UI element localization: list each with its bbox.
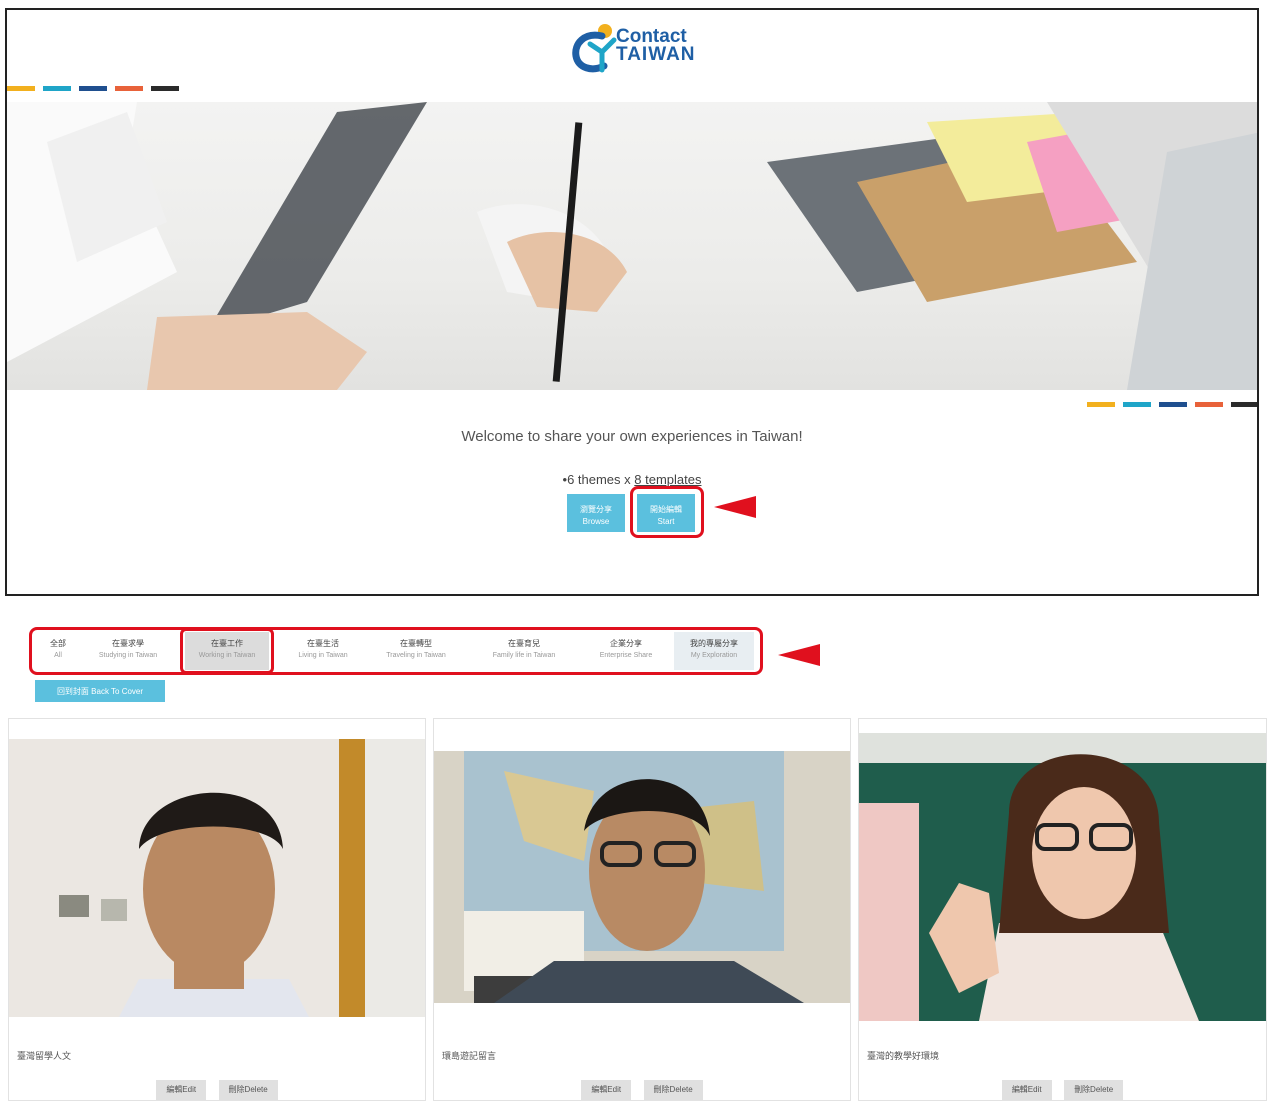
tab-label-en: Enterprise Share <box>599 652 653 659</box>
delete-button[interactable]: 刪除Delete <box>218 1079 278 1100</box>
tab-label-en: Family life in Taiwan <box>492 652 556 659</box>
video-thumbnail <box>434 751 850 1003</box>
card-actions: 編輯Edit 刪除Delete <box>9 1079 425 1100</box>
stripe-orange <box>1195 402 1223 407</box>
stripe-cyan <box>1123 402 1151 407</box>
start-button-highlight <box>630 486 704 538</box>
browse-button[interactable]: 瀏覽分享 Browse <box>567 494 625 532</box>
tab-label-en: Living in Taiwan <box>298 652 348 659</box>
card-photo-1[interactable] <box>9 739 425 1017</box>
edit-button[interactable]: 編輯Edit <box>581 1079 632 1100</box>
tab-label-zh: 在臺轉型 <box>400 639 432 648</box>
stripe-navy <box>1159 402 1187 407</box>
color-stripes-top <box>7 86 179 91</box>
tab-enterprise[interactable]: 企業分享 Enterprise Share <box>584 632 668 670</box>
tab-label-zh: 我的專屬分享 <box>690 639 738 648</box>
stripe-yellow <box>7 86 35 91</box>
tab-living[interactable]: 在臺生活 Living in Taiwan <box>280 632 366 670</box>
tab-label-en: Studying in Taiwan <box>98 652 158 659</box>
video-thumbnail <box>9 739 425 1017</box>
tab-label-zh: 在臺育兒 <box>508 639 540 648</box>
card-title: 環島遊記留言 <box>442 1051 497 1061</box>
tab-label-zh: 企業分享 <box>610 639 642 648</box>
themes-joiner: x <box>620 472 635 487</box>
themes-summary: •6 themes x 8 templates <box>7 472 1257 487</box>
stripe-orange <box>115 86 143 91</box>
edit-button[interactable]: 編輯Edit <box>1001 1079 1052 1100</box>
contact-taiwan-logo[interactable]: Contact TAIWAN <box>572 22 712 74</box>
stripe-black <box>1231 402 1257 407</box>
stripe-black <box>151 86 179 91</box>
logo-mark-icon <box>572 24 617 73</box>
tab-family[interactable]: 在臺育兒 Family life in Taiwan <box>468 632 580 670</box>
logo-line-2: TAIWAN <box>616 44 696 65</box>
arrow-pointer-start-icon <box>714 496 756 518</box>
tab-label-en: All <box>54 652 62 659</box>
browse-label-en: Browse <box>582 516 610 526</box>
stripe-navy <box>79 86 107 91</box>
welcome-message: Welcome to share your own experiences in… <box>461 428 803 445</box>
delete-button[interactable]: 刪除Delete <box>1064 1079 1124 1100</box>
card-photo-2[interactable] <box>434 751 850 1003</box>
hero-banner-image <box>7 102 1257 390</box>
edit-button[interactable]: 編輯Edit <box>156 1079 207 1100</box>
card-title: 臺灣留學人文 <box>17 1051 72 1061</box>
logo-text: Contact TAIWAN <box>616 27 696 65</box>
stripe-yellow <box>1087 402 1115 407</box>
share-card-3[interactable]: 臺灣的教學好環境 編輯Edit 刪除Delete <box>858 718 1267 1101</box>
tab-label-zh: 全部 <box>50 639 66 648</box>
card-title: 臺灣的教學好環境 <box>867 1051 940 1061</box>
delete-button[interactable]: 刪除Delete <box>643 1079 703 1100</box>
tab-label-zh: 在臺生活 <box>307 639 339 648</box>
color-stripes-bottom <box>1087 402 1257 407</box>
tab-label-en: Traveling in Taiwan <box>386 652 446 659</box>
video-thumbnail <box>859 733 1266 1021</box>
share-card-2[interactable]: 環島遊記留言 編輯Edit 刪除Delete <box>433 718 851 1101</box>
tab-studying[interactable]: 在臺求學 Studying in Taiwan <box>82 632 174 670</box>
working-tab-highlight <box>180 628 274 674</box>
back-to-cover-button[interactable]: 回到封面 Back To Cover <box>35 680 165 702</box>
stripe-cyan <box>43 86 71 91</box>
tab-label-en: My Exploration <box>690 652 738 659</box>
share-card-1[interactable]: 臺灣留學人文 編輯Edit 刪除Delete <box>8 718 426 1101</box>
hero-illustration <box>7 102 1257 390</box>
templates-link[interactable]: 8 templates <box>634 472 701 487</box>
tab-my-exploration[interactable]: 我的專屬分享 My Exploration <box>674 632 754 670</box>
themes-count: 6 themes <box>567 472 621 487</box>
tab-all[interactable]: 全部 All <box>38 632 78 670</box>
card-actions: 編輯Edit 刪除Delete <box>859 1079 1266 1100</box>
site-preview-frame: Contact TAIWAN Welcome to share your own… <box>5 8 1259 596</box>
arrow-pointer-tabs-icon <box>778 644 820 666</box>
tab-traveling[interactable]: 在臺轉型 Traveling in Taiwan <box>370 632 462 670</box>
card-actions: 編輯Edit 刪除Delete <box>434 1079 850 1100</box>
browse-label-zh: 瀏覽分享 <box>580 504 612 514</box>
tab-label-zh: 在臺求學 <box>112 639 144 648</box>
card-photo-3[interactable] <box>859 733 1266 1021</box>
